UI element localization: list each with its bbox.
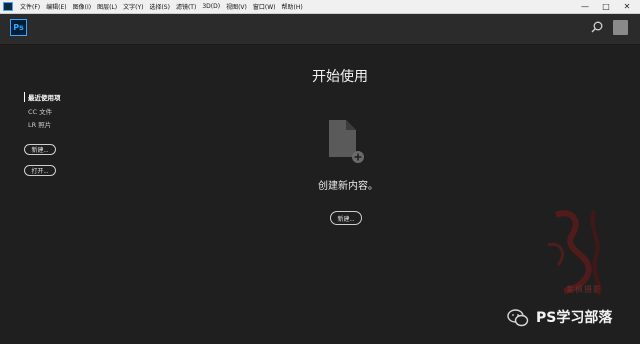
close-button[interactable]: ✕ xyxy=(617,0,637,13)
ps-logo[interactable]: Ps xyxy=(10,19,27,36)
sidebar-open-button[interactable]: 打开... xyxy=(24,165,56,176)
menu-type[interactable]: 文字(Y) xyxy=(120,2,146,11)
menu-layer[interactable]: 图层(L) xyxy=(94,2,120,11)
menu-view[interactable]: 视图(V) xyxy=(223,2,250,11)
minimize-button[interactable]: — xyxy=(575,0,595,13)
menu-file[interactable]: 文件(F) xyxy=(17,2,43,11)
sidebar: 最近使用项 CC 文件 LR 照片 xyxy=(24,92,84,132)
create-new-content-text: 创建新内容。 xyxy=(318,181,378,192)
menu-help[interactable]: 帮助(H) xyxy=(279,2,306,11)
new-document-icon xyxy=(329,120,364,163)
brand-watermark-text: PS学习部落 xyxy=(536,310,613,326)
top-bar: Ps xyxy=(0,14,640,45)
sidebar-item-lr-photos[interactable]: LR 照片 xyxy=(24,119,84,129)
menu-filter[interactable]: 滤镜(T) xyxy=(173,2,199,11)
menu-bar: 文件(F) 编辑(E) 图像(I) 图层(L) 文字(Y) 选择(S) 滤镜(T… xyxy=(0,0,640,14)
sidebar-item-recent[interactable]: 最近使用项 xyxy=(24,92,84,102)
avatar[interactable] xyxy=(613,20,628,35)
page-title: 开始使用 xyxy=(312,69,368,85)
main-new-button[interactable]: 新建... xyxy=(330,211,362,225)
menu-image[interactable]: 图像(I) xyxy=(70,2,94,11)
maximize-button[interactable]: □ xyxy=(596,0,616,13)
menu-edit[interactable]: 编辑(E) xyxy=(43,2,69,11)
search-icon[interactable] xyxy=(590,20,604,34)
menu-select[interactable]: 选择(S) xyxy=(146,2,173,11)
photoshop-app-icon[interactable] xyxy=(3,2,13,11)
menu-window[interactable]: 窗口(W) xyxy=(250,2,279,11)
sidebar-new-button[interactable]: 新建... xyxy=(24,144,56,155)
sidebar-item-cc-files[interactable]: CC 文件 xyxy=(24,106,84,116)
wechat-icon xyxy=(507,309,529,327)
seal-signature-text: 紫枫摄影 xyxy=(566,285,602,294)
menu-3d[interactable]: 3D(D) xyxy=(199,3,223,10)
